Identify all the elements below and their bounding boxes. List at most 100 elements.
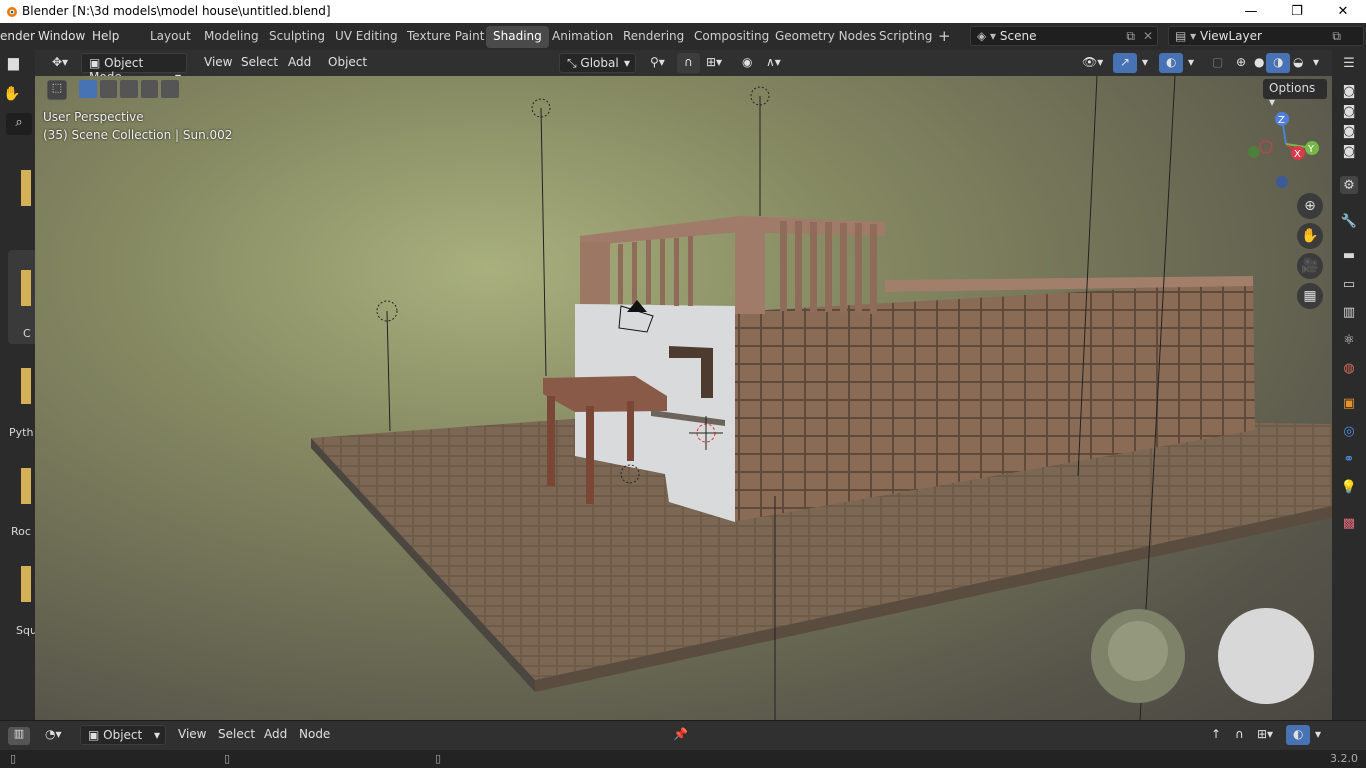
view-layer-icon[interactable]: ▥ [1340,303,1358,321]
folder-icon[interactable]: ▆ [8,55,19,71]
data-icon[interactable]: 💡 [1340,478,1358,496]
editor-type-icon[interactable]: ✥▾ [45,53,75,73]
options-dropdown[interactable]: Options ▾ [1263,79,1327,109]
tab-compositing[interactable]: Compositing [687,26,776,48]
mode-dropdown[interactable]: ▣ Object Mode▾ [81,53,187,84]
new-scene-icon[interactable]: ⧉ [1126,29,1135,44]
3d-viewport[interactable]: ⬚ Options ▾ User Perspective (35) Scene … [35,76,1332,720]
tab-rendering[interactable]: Rendering [616,26,691,48]
shader-menu-select[interactable]: Select [211,725,262,745]
shading-dropdown-icon[interactable]: ▾ [1306,53,1326,73]
camera-vis-icon-2[interactable]: ◙ [1340,102,1358,120]
camera-vis-icon-4[interactable]: ◙ [1340,142,1358,160]
shader-menu-add[interactable]: Add [257,725,294,745]
select-invert-icon[interactable] [140,80,159,98]
menu-render[interactable]: ender [0,29,35,43]
asset-thumb-4[interactable] [21,468,31,504]
shader-type-dropdown[interactable]: ▣ Object ▾ [80,725,166,745]
tab-layout[interactable]: Layout [143,26,198,48]
overlay-toggle-icon[interactable]: ◐ [1159,53,1184,73]
parent-node-icon[interactable]: ↑ [1204,725,1228,745]
camera-view-icon[interactable]: 🎥 [1297,253,1323,279]
tab-shading[interactable]: Shading [486,26,549,48]
perspective-toggle-icon[interactable]: ▦ [1297,283,1323,309]
tab-modeling[interactable]: Modeling [197,26,266,48]
physics-icon[interactable]: ◎ [1340,422,1358,440]
object-icon[interactable]: ▣ [1340,394,1358,412]
pergola-roof[interactable] [580,216,885,246]
navigation-gizmo[interactable]: Z Y X [1240,108,1330,194]
gizmo-toggle-icon[interactable]: ↗ [1113,53,1138,73]
pin-icon[interactable]: 📌 [666,725,695,745]
tab-texture-paint[interactable]: Texture Paint [400,26,491,48]
restore-button[interactable]: ❐ [1274,0,1320,23]
xray-icon[interactable]: ▢ [1205,53,1230,73]
node-overlay-icon[interactable]: ◐ [1286,725,1311,745]
asset-thumb-5[interactable] [21,566,31,602]
viewlayer-selector[interactable]: ▤ ▾ ViewLayer ⧉ [1168,26,1364,46]
asset-thumb-1[interactable] [21,170,31,206]
tab-sculpting[interactable]: Sculpting [262,26,332,48]
tab-scripting[interactable]: Scripting [872,26,939,48]
select-tool-icon[interactable]: ⬚ [47,80,67,100]
menu-add[interactable]: Add [281,53,318,73]
menu-select[interactable]: Select [234,53,285,73]
viewlayer-name: ViewLayer [1200,29,1262,43]
search-icon[interactable]: ⌕ [6,113,32,135]
scene-render [311,76,1332,720]
asset-thumb-3[interactable] [21,368,31,404]
hand-icon[interactable]: ✋ [3,86,20,102]
menu-help[interactable]: Help [92,29,119,43]
node-snap-target-icon[interactable]: ⊞▾ [1250,725,1280,745]
overlay-dropdown-icon[interactable]: ▾ [1181,53,1201,73]
select-subtract-icon[interactable] [120,80,138,98]
select-new-icon[interactable] [79,80,97,98]
falloff-icon[interactable]: ∧▾ [759,53,788,73]
zoom-icon[interactable]: ⊕ [1297,193,1323,219]
asset-thumb-2[interactable] [21,270,31,306]
output-icon[interactable]: ▭ [1340,275,1358,293]
close-button[interactable]: ✕ [1320,0,1366,23]
constraints-icon[interactable]: ⚭ [1340,450,1358,468]
minimize-button[interactable]: — [1228,0,1274,23]
tab-animation[interactable]: Animation [545,26,620,48]
add-workspace-button[interactable]: + [931,24,958,46]
camera-vis-icon-1[interactable]: ◙ [1340,82,1358,100]
pivot-icon[interactable]: ⚲▾ [643,53,672,73]
shader-menu-view[interactable]: View [171,725,213,745]
world-icon[interactable]: ◍ [1340,359,1358,377]
pan-hand-icon[interactable]: ✋ [1297,223,1323,249]
delete-scene-icon[interactable]: ✕ [1143,29,1153,43]
properties-tabs: ☰ ◙ ◙ ◙ ◙ ⚙ 🔧 ▬ ▭ ▥ ⚛ ◍ ▣ ◎ ⚭ 💡 ▩ [1332,50,1366,720]
mouse-right-icon: ▯ [435,752,442,765]
viewlayer-icon: ▤ ▾ [1175,29,1200,43]
menu-object[interactable]: Object [321,53,374,73]
select-extend-icon[interactable] [99,80,118,98]
shader-menu-node[interactable]: Node [292,725,337,745]
snap-icon[interactable]: ∩ [677,53,700,73]
snap-target-icon[interactable]: ⊞▾ [699,53,729,73]
scene-selector[interactable]: ◈ ▾ Scene ⧉ ✕ [970,26,1158,46]
render-icon[interactable]: ▬ [1340,246,1358,264]
camera-vis-icon-3[interactable]: ◙ [1340,122,1358,140]
tab-uv-editing[interactable]: UV Editing [328,26,405,48]
outliner-icon[interactable]: ☰ [1340,54,1358,72]
select-intersect-icon[interactable] [161,80,179,98]
asset-label-c: C [23,327,31,340]
tab-geometry-nodes[interactable]: Geometry Nodes [768,26,883,48]
asset-label-pyth: Pyth [9,426,34,439]
node-snap-icon[interactable]: ∩ [1228,725,1251,745]
texture-icon[interactable]: ▩ [1340,514,1358,532]
node-overlay-dropdown-icon[interactable]: ▾ [1308,725,1328,745]
node-editor-type-icon[interactable]: ◔▾ [38,725,69,745]
active-tool-icon[interactable]: ⚙ [1340,176,1358,194]
tool-icon[interactable]: 🔧 [1340,212,1358,230]
scene-icon[interactable]: ⚛ [1340,331,1358,349]
gizmo-dropdown-icon[interactable]: ▾ [1135,53,1155,73]
menu-window[interactable]: Window [38,29,85,43]
orientation-dropdown[interactable]: ⤡ Global ▾ [559,53,636,73]
visibility-icon[interactable]: 👁▾ [1075,53,1110,73]
proportional-edit-icon[interactable]: ◉ [735,53,759,73]
timeline-icon[interactable]: ▥ [8,727,30,745]
new-viewlayer-icon[interactable]: ⧉ [1332,29,1341,44]
